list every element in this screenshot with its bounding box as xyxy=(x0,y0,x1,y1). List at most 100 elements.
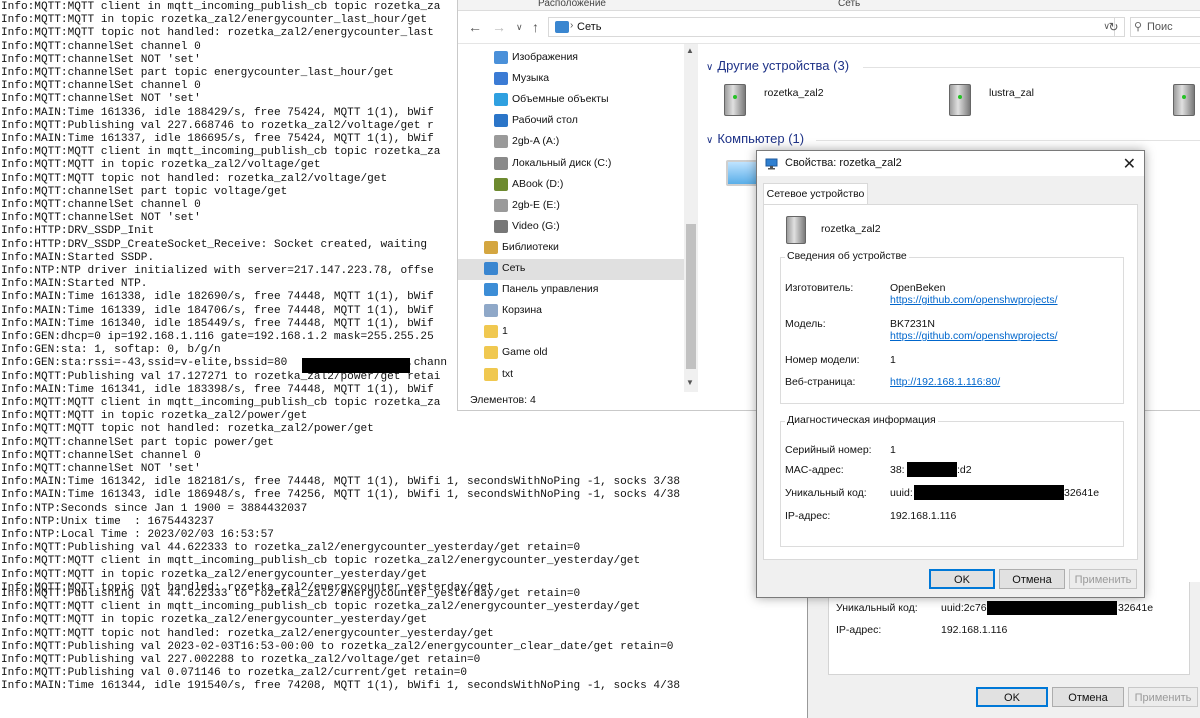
model-link[interactable]: https://github.com/openshwprojects/ xyxy=(890,330,1058,342)
computer-icon[interactable] xyxy=(726,160,760,186)
device-info-group: Сведения об устройстве Изготовитель: Ope… xyxy=(780,250,1124,404)
book-drive-icon xyxy=(494,177,508,191)
model-number-label: Номер модели: xyxy=(785,354,860,366)
sidebar-item-label: Локальный диск (C:) xyxy=(512,156,612,169)
webpage-link[interactable]: http://192.168.1.116:80/ xyxy=(890,376,1000,388)
scrollbar-thumb[interactable] xyxy=(686,224,696,369)
sidebar-item[interactable]: ABook (D:) xyxy=(458,175,684,196)
sidebar-item[interactable]: Библиотеки xyxy=(458,238,684,259)
model-number-value: 1 xyxy=(890,354,896,366)
cancel-button[interactable]: Отмена xyxy=(999,569,1065,589)
address-bar[interactable]: › Сеть ∨ xyxy=(548,17,1115,37)
sidebar-item[interactable]: txt xyxy=(458,365,684,386)
console-line: Info:MQTT:MQTT topic not handled: rozetk… xyxy=(1,172,388,185)
sidebar-item[interactable]: Панель управления xyxy=(458,280,684,301)
music-icon xyxy=(494,72,508,86)
mac-value-start: 38: xyxy=(890,464,905,476)
model-value: BK7231N xyxy=(890,318,935,330)
group-computer[interactable]: ∨ Компьютер (1) xyxy=(706,131,804,146)
back-arrow-icon[interactable]: ← xyxy=(468,19,482,35)
device-item-partial[interactable] xyxy=(1173,84,1200,120)
sidebar-item[interactable]: Рабочий стол xyxy=(458,111,684,132)
address-text: Сеть xyxy=(577,21,602,33)
dialog-title-bar: Свойства: rozetka_zal2 ✕ xyxy=(757,151,1144,176)
recycle-bin-icon xyxy=(484,304,498,318)
tab-network-device[interactable]: Сетевое устройство xyxy=(763,183,868,205)
console-line: Info:MQTT:channelSet channel 0 xyxy=(1,199,201,211)
sidebar-item[interactable]: Изображения xyxy=(458,48,684,69)
device-icon xyxy=(786,216,806,244)
sidebar-item[interactable]: Game old xyxy=(458,343,684,364)
sidebar-item[interactable]: Корзина xyxy=(458,301,684,322)
apply-button[interactable]: Применить xyxy=(1069,569,1137,589)
console-line: Info:NTP:NTP driver initialized with ser… xyxy=(1,265,434,277)
sidebar-item[interactable]: 2gb-E (E:) xyxy=(458,196,684,217)
bg-apply-button[interactable]: Применить xyxy=(1128,687,1198,707)
console-line: Info:MQTT:channelSet part topic power/ge… xyxy=(1,436,274,449)
device-item[interactable]: rozetka_zal2 xyxy=(724,84,844,120)
sidebar-item-label: txt xyxy=(502,367,514,380)
ip-label: IP-адрес: xyxy=(785,510,831,522)
manufacturer-link[interactable]: https://github.com/openshwprojects/ xyxy=(890,294,1058,306)
console-line: Info:MAIN:Time 161336, idle 188429/s, fr… xyxy=(1,106,434,119)
console-line: Info:MQTT:MQTT client in mqtt_incoming_p… xyxy=(1,397,441,409)
console-line: Info:MAIN:Time 161340, idle 185449/s, fr… xyxy=(1,317,434,330)
console-line: Info:MQTT:MQTT client in mqtt_incoming_p… xyxy=(1,1,441,13)
drive-icon xyxy=(494,198,508,212)
console-line: Info:NTP:Seconds since Jan 1 1900 = 3884… xyxy=(1,502,308,515)
console-line: Info:MQTT:channelSet channel 0 xyxy=(1,449,201,462)
folder-icon xyxy=(484,367,498,381)
forward-arrow-icon[interactable]: → xyxy=(492,19,506,35)
console-line: Info:MAIN:Time 161337, idle 186695/s, fr… xyxy=(1,133,434,145)
console-line: Info:MAIN:Time 161338, idle 182690/s, fr… xyxy=(1,291,434,304)
dvd-icon xyxy=(494,219,508,233)
ok-button[interactable]: OK xyxy=(929,569,995,589)
refresh-icon[interactable]: ↻ xyxy=(1103,17,1125,37)
up-arrow-icon[interactable]: ↑ xyxy=(532,19,539,35)
console-line: Info:MAIN:Time 161344, idle 191540/s, fr… xyxy=(1,680,681,693)
console-line: Info:MQTT:Publishing val 44.622333 to ro… xyxy=(1,542,581,555)
console-line: Info:NTP:Local Time : 2023/02/03 16:53:5… xyxy=(1,529,274,541)
recent-chevron-icon[interactable]: ∨ xyxy=(516,22,523,33)
header-location: Расположение xyxy=(538,0,606,9)
sidebar-item[interactable]: 1 xyxy=(458,322,684,343)
console-line: Info:MQTT:Publishing val 227.668746 to r… xyxy=(1,119,434,132)
device-item[interactable]: lustra_zal xyxy=(949,84,1069,120)
redacted-uuid xyxy=(914,485,1064,500)
uuid-value-start: uuid: xyxy=(890,487,913,499)
sidebar-item[interactable]: Объемные объекты xyxy=(458,90,684,111)
sidebar-item[interactable]: Сеть xyxy=(458,259,684,280)
sidebar-item[interactable]: Музыка xyxy=(458,69,684,90)
console-line: Info:MQTT:MQTT client in mqtt_incoming_p… xyxy=(1,601,641,614)
group-computer-label: Компьютер (1) xyxy=(717,131,805,146)
sidebar-item-label: Изображения xyxy=(512,51,578,63)
sidebar-item-label: Библиотеки xyxy=(502,240,559,253)
bg-cancel-button[interactable]: Отмена xyxy=(1052,687,1124,707)
group-other-devices-label: Другие устройства (3) xyxy=(717,58,850,73)
network-icon xyxy=(555,21,569,33)
sidebar-item[interactable]: Локальный диск (C:) xyxy=(458,154,684,175)
close-icon[interactable]: ✕ xyxy=(1123,154,1136,174)
scroll-up-icon[interactable]: ▲ xyxy=(686,46,694,55)
tab-panel: rozetka_zal2 Сведения об устройстве Изго… xyxy=(763,204,1138,560)
console-line: Info:MQTT:MQTT client in mqtt_incoming_p… xyxy=(1,555,641,568)
sidebar-item-label: ABook (D:) xyxy=(512,177,564,190)
serial-value: 1 xyxy=(890,444,896,456)
sidebar-item[interactable]: Video (G:) xyxy=(458,217,684,238)
console-line: Info:MAIN:Time 161339, idle 184706/s, fr… xyxy=(1,304,434,317)
pictures-icon xyxy=(494,51,508,64)
navigation-scrollbar[interactable]: ▲ ▼ xyxy=(684,44,698,392)
search-input[interactable]: ⚲ Поис xyxy=(1130,17,1200,37)
sidebar-item-label: Корзина xyxy=(502,304,542,317)
console-line: Info:MQTT:MQTT in topic rozetka_zal2/ene… xyxy=(1,568,428,581)
console-line: Info:MAIN:Started NTP. xyxy=(1,278,148,291)
bg-ok-button[interactable]: OK xyxy=(976,687,1048,707)
mac-value-end: :d2 xyxy=(957,464,972,476)
console-line: Info:MAIN:Time 161342, idle 182181/s, fr… xyxy=(1,476,681,489)
group-other-devices[interactable]: ∨ Другие устройства (3) xyxy=(706,58,849,73)
uuid-value-end: 32641e xyxy=(1064,487,1100,499)
scroll-down-icon[interactable]: ▼ xyxy=(686,378,694,387)
sidebar-item[interactable]: 2gb-A (A:) xyxy=(458,132,684,153)
group-divider xyxy=(863,67,1200,68)
navigation-bar: ← → ∨ ↑ › Сеть ∨ ↻ ⚲ Поис xyxy=(458,11,1200,44)
